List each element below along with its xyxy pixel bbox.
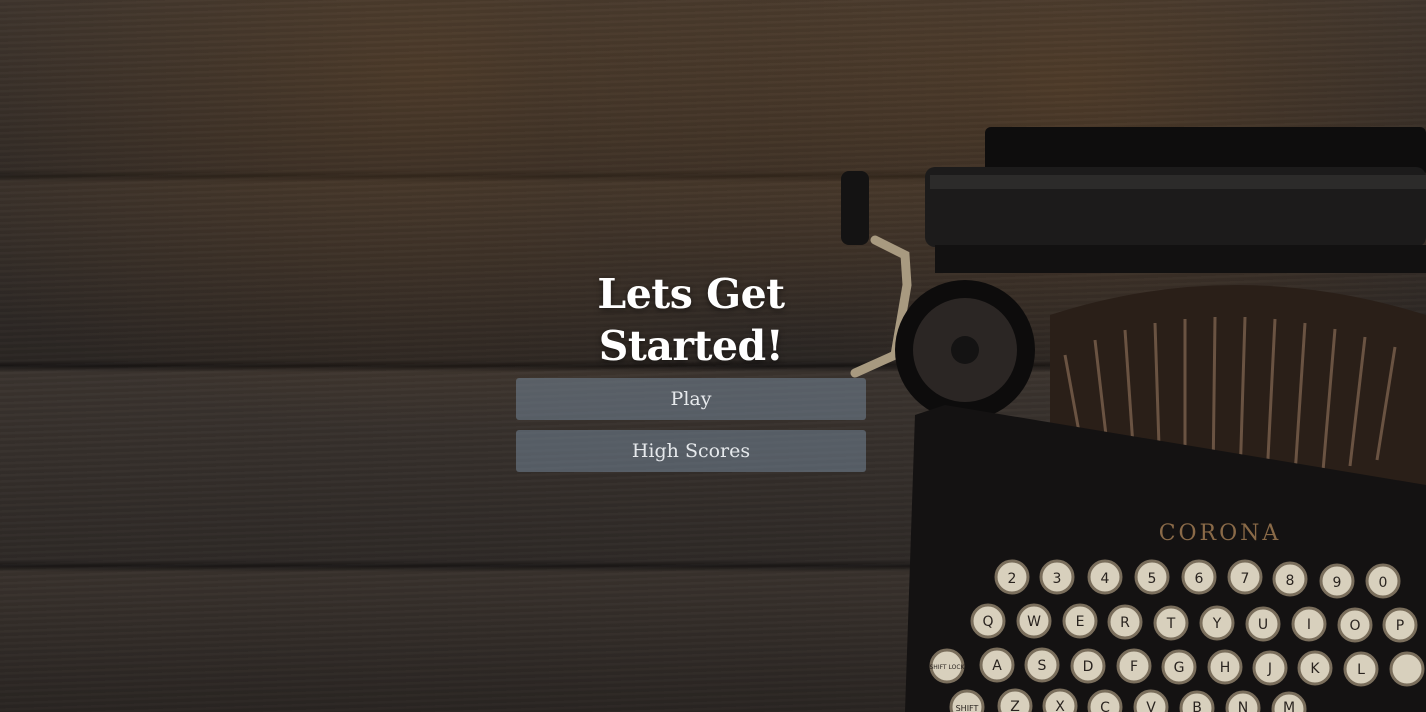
svg-text:K: K bbox=[1310, 661, 1320, 677]
svg-text:B: B bbox=[1192, 700, 1202, 712]
svg-text:T: T bbox=[1166, 616, 1176, 632]
svg-text:R: R bbox=[1120, 615, 1130, 631]
svg-text:Q: Q bbox=[982, 614, 993, 630]
page-title: Lets Get Started! bbox=[597, 270, 785, 370]
svg-text:V: V bbox=[1146, 700, 1156, 712]
svg-text:4: 4 bbox=[1101, 571, 1110, 587]
svg-text:G: G bbox=[1174, 660, 1185, 676]
start-menu: Lets Get Started! Play High Scores bbox=[516, 268, 866, 482]
typewriter-brand: CORONA bbox=[1159, 521, 1282, 546]
svg-text:C: C bbox=[1100, 700, 1110, 712]
svg-text:E: E bbox=[1076, 614, 1085, 630]
play-button[interactable]: Play bbox=[516, 378, 866, 420]
svg-text:8: 8 bbox=[1286, 573, 1295, 589]
svg-text:M: M bbox=[1283, 700, 1295, 712]
svg-text:7: 7 bbox=[1241, 571, 1250, 587]
svg-text:5: 5 bbox=[1148, 571, 1157, 587]
svg-text:S: S bbox=[1038, 658, 1047, 674]
high-scores-button[interactable]: High Scores bbox=[516, 430, 866, 472]
svg-text:6: 6 bbox=[1195, 571, 1204, 587]
svg-text:3: 3 bbox=[1053, 571, 1062, 587]
svg-text:U: U bbox=[1258, 617, 1268, 633]
svg-text:I: I bbox=[1307, 617, 1311, 633]
svg-text:9: 9 bbox=[1333, 575, 1342, 591]
svg-text:D: D bbox=[1083, 659, 1094, 675]
svg-text:SHIFT: SHIFT bbox=[956, 704, 979, 712]
svg-text:0: 0 bbox=[1379, 575, 1388, 591]
svg-text:A: A bbox=[992, 658, 1002, 674]
svg-text:Y: Y bbox=[1212, 616, 1222, 632]
svg-text:F: F bbox=[1130, 659, 1138, 675]
svg-text:P: P bbox=[1396, 618, 1404, 634]
svg-text:W: W bbox=[1027, 614, 1041, 630]
svg-text:O: O bbox=[1349, 618, 1360, 634]
svg-text:H: H bbox=[1220, 660, 1231, 676]
svg-text:L: L bbox=[1357, 662, 1365, 678]
svg-text:X: X bbox=[1055, 699, 1065, 712]
svg-text:Z: Z bbox=[1010, 699, 1020, 712]
typewriter-image: CORONA 2 3 4 5 6 7 8 9 0 Q W E R T Y U I… bbox=[841, 127, 1426, 712]
svg-text:N: N bbox=[1238, 700, 1248, 712]
svg-text:J: J bbox=[1267, 661, 1272, 677]
svg-text:2: 2 bbox=[1008, 571, 1017, 587]
svg-text:SHIFT LOCK: SHIFT LOCK bbox=[930, 664, 966, 671]
